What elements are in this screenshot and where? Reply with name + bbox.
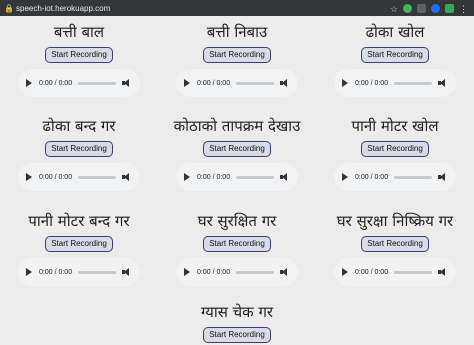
seek-bar[interactable] <box>394 175 432 179</box>
play-icon[interactable] <box>26 268 32 276</box>
bookmark-star-icon[interactable]: ☆ <box>390 4 398 14</box>
audio-player[interactable]: 0:00 / 0:00 <box>18 258 140 286</box>
audio-time: 0:00 / 0:00 <box>197 173 231 181</box>
extensions-area: ☆ ⋮ <box>390 3 468 14</box>
start-recording-button[interactable]: Start Recording <box>203 327 271 343</box>
volume-icon[interactable] <box>122 267 132 277</box>
audio-player[interactable]: 0:00 / 0:00 <box>334 258 456 286</box>
play-icon[interactable] <box>342 268 348 276</box>
volume-icon[interactable] <box>280 78 290 88</box>
start-recording-button[interactable]: Start Recording <box>203 236 271 252</box>
audio-time: 0:00 / 0:00 <box>197 79 231 87</box>
play-icon[interactable] <box>184 79 190 87</box>
command-title: बत्ती निबाउ <box>206 23 268 41</box>
extension-icon[interactable] <box>403 3 412 13</box>
command-title: ढोका बन्द गर <box>42 117 116 135</box>
volume-icon[interactable] <box>122 78 132 88</box>
command-title: ढोका खोल <box>365 23 425 41</box>
audio-player[interactable]: 0:00 / 0:00 <box>18 69 140 97</box>
start-recording-button[interactable]: Start Recording <box>45 236 113 252</box>
command-title: ग्यास चेक गर <box>200 303 274 321</box>
volume-icon[interactable] <box>438 78 448 88</box>
volume-icon[interactable] <box>280 267 290 277</box>
play-icon[interactable] <box>26 79 32 87</box>
audio-time: 0:00 / 0:00 <box>39 173 73 181</box>
audio-time: 0:00 / 0:00 <box>355 79 389 87</box>
command-card: पानी मोटर खोल Start Recording 0:00 / 0:0… <box>316 116 474 191</box>
command-title: पानी मोटर बन्द गर <box>28 212 130 230</box>
audio-time: 0:00 / 0:00 <box>39 79 73 87</box>
extension-icon[interactable] <box>417 3 426 13</box>
audio-time: 0:00 / 0:00 <box>355 173 389 181</box>
audio-player[interactable]: 0:00 / 0:00 <box>334 163 456 191</box>
command-card: पानी मोटर बन्द गर Start Recording 0:00 /… <box>0 211 158 286</box>
command-title: कोठाको तापक्रम देखाउ <box>173 117 301 135</box>
extension-icon[interactable] <box>431 3 440 13</box>
volume-icon[interactable] <box>438 267 448 277</box>
command-card: बत्ती निबाउ Start Recording 0:00 / 0:00 <box>158 22 316 97</box>
play-icon[interactable] <box>342 173 348 181</box>
start-recording-button[interactable]: Start Recording <box>203 141 271 157</box>
command-card: कोठाको तापक्रम देखाउ Start Recording 0:0… <box>158 116 316 191</box>
audio-player[interactable]: 0:00 / 0:00 <box>176 258 298 286</box>
audio-time: 0:00 / 0:00 <box>355 268 389 276</box>
play-icon[interactable] <box>184 268 190 276</box>
seek-bar[interactable] <box>394 81 432 85</box>
command-title: घर सुरक्षित गर <box>197 212 277 230</box>
audio-player[interactable]: 0:00 / 0:00 <box>176 69 298 97</box>
command-card: बत्ती बाल Start Recording 0:00 / 0:00 <box>0 22 158 97</box>
volume-icon[interactable] <box>280 172 290 182</box>
audio-player[interactable]: 0:00 / 0:00 <box>176 163 298 191</box>
seek-bar[interactable] <box>78 270 116 274</box>
command-title: बत्ती बाल <box>53 23 105 41</box>
command-card: ढोका बन्द गर Start Recording 0:00 / 0:00 <box>0 116 158 191</box>
seek-bar[interactable] <box>236 270 274 274</box>
start-recording-button[interactable]: Start Recording <box>45 47 113 63</box>
play-icon[interactable] <box>26 173 32 181</box>
lock-icon: 🔒 <box>4 3 14 13</box>
command-card: घर सुरक्षा निष्क्रिय गर Start Recording … <box>316 211 474 286</box>
volume-icon[interactable] <box>122 172 132 182</box>
browser-toolbar: 🔒 speech-iot.herokuapp.com ☆ ⋮ <box>0 0 474 16</box>
seek-bar[interactable] <box>236 81 274 85</box>
seek-bar[interactable] <box>78 81 116 85</box>
start-recording-button[interactable]: Start Recording <box>45 141 113 157</box>
audio-time: 0:00 / 0:00 <box>39 268 73 276</box>
address-bar[interactable]: speech-iot.herokuapp.com <box>16 4 390 13</box>
menu-icon[interactable]: ⋮ <box>459 4 468 14</box>
audio-time: 0:00 / 0:00 <box>197 268 231 276</box>
audio-player[interactable]: 0:00 / 0:00 <box>334 69 456 97</box>
play-icon[interactable] <box>342 79 348 87</box>
command-title: पानी मोटर खोल <box>351 117 439 135</box>
start-recording-button[interactable]: Start Recording <box>361 236 429 252</box>
seek-bar[interactable] <box>236 175 274 179</box>
play-icon[interactable] <box>184 173 190 181</box>
volume-icon[interactable] <box>438 172 448 182</box>
command-card: ग्यास चेक गर Start Recording <box>158 302 316 343</box>
start-recording-button[interactable]: Start Recording <box>203 47 271 63</box>
audio-player[interactable]: 0:00 / 0:00 <box>18 163 140 191</box>
start-recording-button[interactable]: Start Recording <box>361 141 429 157</box>
seek-bar[interactable] <box>78 175 116 179</box>
command-grid: बत्ती बाल Start Recording 0:00 / 0:00 बत… <box>0 16 474 345</box>
extension-icon[interactable] <box>445 3 454 13</box>
command-card: घर सुरक्षित गर Start Recording 0:00 / 0:… <box>158 211 316 286</box>
command-card: ढोका खोल Start Recording 0:00 / 0:00 <box>316 22 474 97</box>
start-recording-button[interactable]: Start Recording <box>361 47 429 63</box>
command-title: घर सुरक्षा निष्क्रिय गर <box>336 212 454 230</box>
seek-bar[interactable] <box>394 270 432 274</box>
